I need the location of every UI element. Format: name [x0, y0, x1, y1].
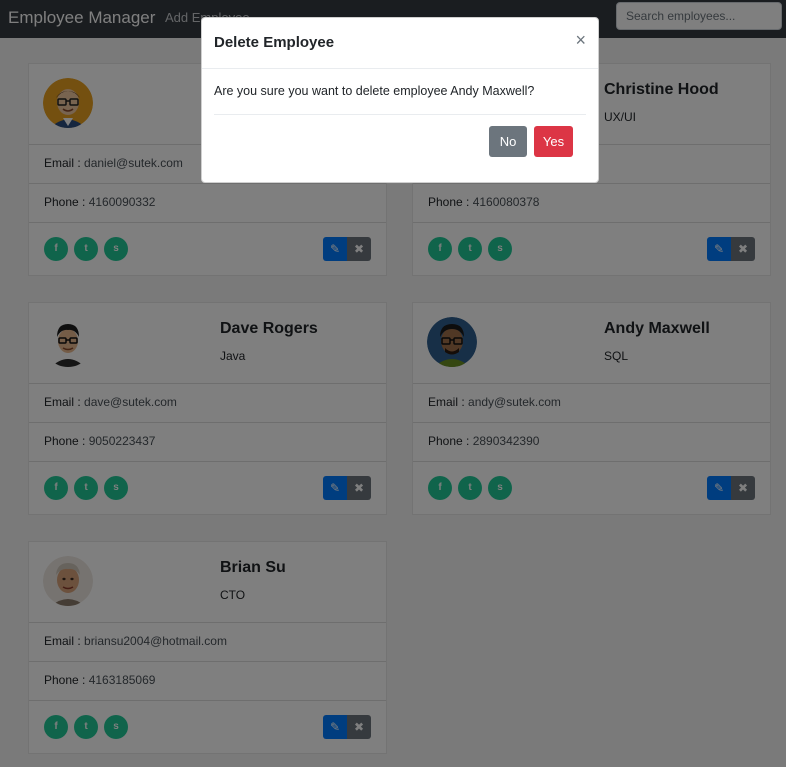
modal-divider: [214, 114, 586, 115]
modal-header: Delete Employee ×: [202, 18, 598, 69]
delete-employee-dialog: Delete Employee × Are you sure you want …: [201, 17, 599, 183]
modal-title: Delete Employee: [214, 34, 335, 51]
modal-message: Are you sure you want to delete employee…: [214, 84, 535, 98]
yes-button[interactable]: Yes: [534, 126, 573, 157]
no-button[interactable]: No: [489, 126, 527, 157]
close-icon[interactable]: ×: [575, 31, 586, 49]
